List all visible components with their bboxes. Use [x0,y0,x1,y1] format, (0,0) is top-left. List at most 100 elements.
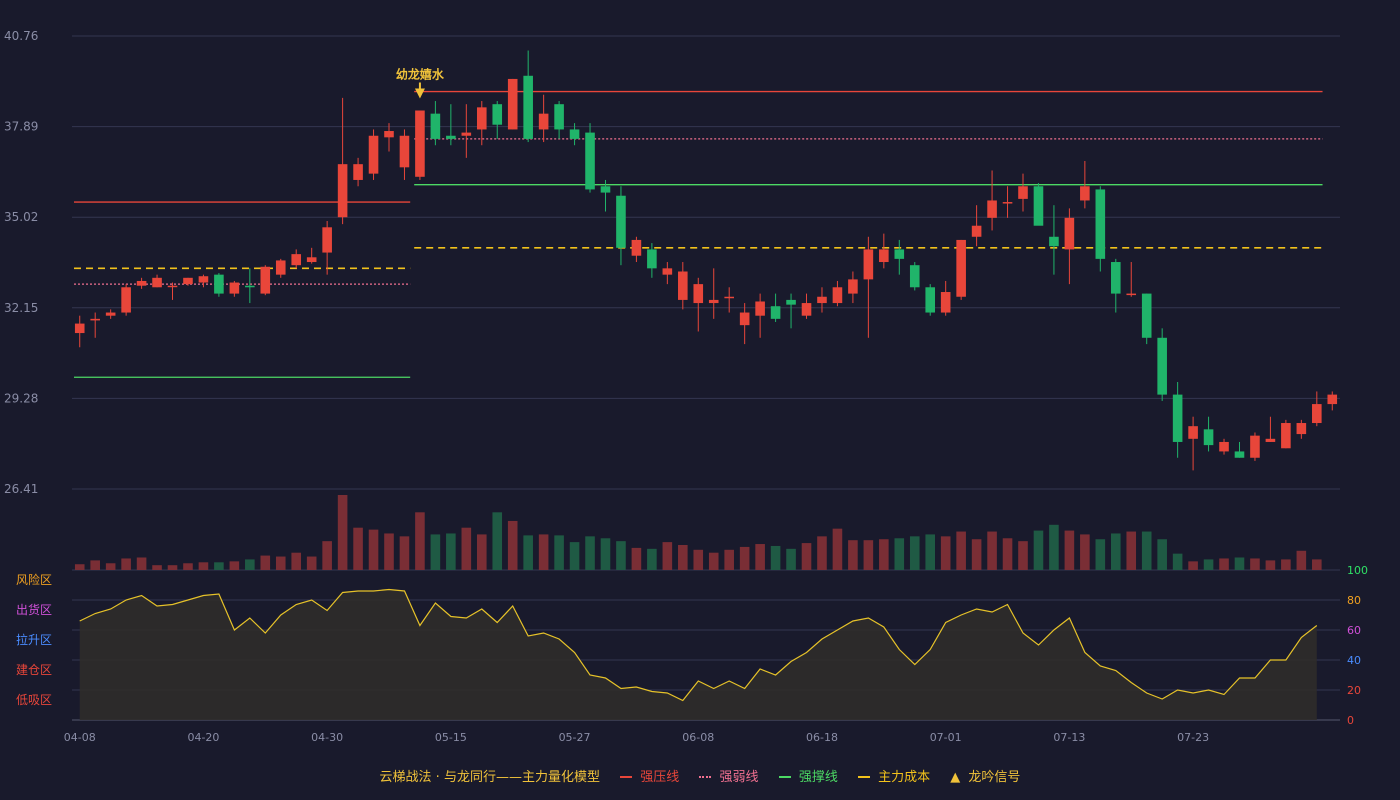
candle-body [909,265,920,288]
candle-body [1188,426,1198,439]
candle-body [585,132,595,190]
candle-body [322,227,332,253]
candle-body [121,287,131,313]
candle [708,268,719,319]
volume-bar [724,549,734,570]
candle-body [1172,394,1183,442]
volume-bar [415,512,425,570]
legend-signal-label: 龙吟信号 [968,770,1021,785]
candle-body [1219,441,1229,452]
candle-body [569,129,580,139]
candle-body [260,266,271,294]
candle-body [786,299,796,305]
legend-item-resistance[interactable]: 强压线 [620,766,679,785]
volume-bar [631,547,642,570]
candle [693,277,704,332]
candle [616,186,626,266]
volume-bar [894,538,905,570]
candle-body [1018,186,1028,199]
volume-bars [74,495,1322,570]
legend-item-support[interactable]: 强撑线 [778,766,838,785]
candle-body [987,200,997,218]
candle-body [554,104,564,130]
price-tick-label: 32.15 [4,301,38,315]
candle-body [1281,423,1291,449]
volume-bar [1080,534,1090,570]
candle-body [306,257,317,263]
candle [1265,416,1276,442]
candle [507,78,518,130]
candle-body [167,285,178,288]
candle [585,123,595,193]
volume-bar [90,560,100,570]
legend-weak-label: 强弱线 [719,770,759,785]
volume-bar [987,531,997,570]
date-tick-label: 07-23 [1177,731,1209,744]
candle [415,110,425,180]
candle-body [152,277,162,288]
candle-body [739,312,750,326]
volume-bar [446,533,456,570]
candle [245,268,255,304]
candle-body [1157,337,1167,395]
candle-body [461,132,472,136]
candle [384,123,394,152]
candle [987,170,997,231]
date-tick-label: 04-30 [311,731,343,744]
candlesticks [74,50,1338,471]
candle [1234,441,1245,458]
candle-body [214,274,224,294]
price-tick-label: 26.41 [4,482,38,496]
candle [1064,208,1075,285]
candle-body [1064,217,1075,250]
candle-body [801,303,812,316]
volume-bar [183,563,193,570]
volume-bar [569,542,580,570]
candle-body [724,296,734,299]
volume-bar [848,540,858,570]
candle-body [415,110,425,177]
cost-swatch [857,775,870,778]
legend-item-cost[interactable]: 主力成本 [857,766,930,785]
weak-swatch [699,775,712,778]
signal-label: 幼龙嬉水 [396,67,445,82]
candle-body [1234,451,1245,458]
candle-body [430,113,441,139]
legend-item-weak[interactable]: 强弱线 [699,766,759,785]
volume-bar [229,561,240,570]
price-tick-label: 37.89 [4,120,38,134]
volume-bar [476,534,487,570]
oscillator-tick-label: 40 [1347,654,1361,667]
oscillator-zone-label: 建仓区 [16,663,52,677]
candle-body [476,107,487,130]
candle [1110,258,1121,313]
candle [817,287,827,313]
candle-body [693,284,704,304]
volume-bar [693,549,704,570]
volume-bar [1002,538,1013,570]
candle [492,101,503,139]
candle-body [492,104,503,125]
candle-body [817,296,827,304]
date-tick-label: 04-20 [187,731,219,744]
candle [1049,205,1059,275]
candle-body [647,249,657,269]
candle [755,293,765,338]
candle-body [384,131,394,138]
volume-bar [600,538,611,570]
candle-body [507,78,518,130]
legend-item-signal[interactable]: ▲ 龙吟信号 [950,766,1020,785]
candle [399,129,410,180]
candle [724,287,734,313]
legend: 云梯战法 · 与龙同行——主力量化模型 强压线 强弱线 强撑线 主力成本 ▲ 龙… [0,766,1400,785]
candle-body [337,164,348,218]
candle-body [1296,423,1307,435]
candle [1327,391,1338,411]
volume-bar [198,562,209,570]
candle [291,249,302,269]
candle-body [863,249,874,280]
candle [1281,419,1291,449]
candle-body [971,225,982,237]
candle [368,129,379,180]
oscillator-zone-label: 拉升区 [16,632,52,647]
